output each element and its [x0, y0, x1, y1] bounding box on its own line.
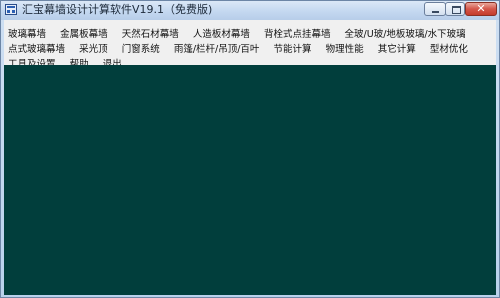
window-title: 汇宝幕墙设计计算软件V19.1（免费版)	[22, 3, 213, 16]
menu-row-2: 点式玻璃幕墙 采光顶 门窗系统 雨篷/栏杆/吊顶/百叶 节能计算 物理性能 其它…	[4, 37, 473, 55]
menu-canopy-railing-ceiling-louver[interactable]: 雨篷/栏杆/吊顶/百叶	[170, 43, 264, 56]
menu-row-1: 玻璃幕墙 金属板幕墙 天然石材幕墙 人造板材幕墙 背栓式点挂幕墙 全玻/U玻/地…	[4, 22, 471, 40]
menu-row-3: 工具及设置 帮助 退出	[4, 52, 127, 70]
title-bar[interactable]: 汇宝幕墙设计计算软件V19.1（免费版) ✕	[1, 1, 499, 20]
menu-bar: 玻璃幕墙 金属板幕墙 天然石材幕墙 人造板材幕墙 背栓式点挂幕墙 全玻/U玻/地…	[4, 20, 496, 70]
minimize-button[interactable]	[424, 2, 446, 16]
menu-profile-optimization[interactable]: 型材优化	[426, 43, 472, 56]
menu-energy-calculation[interactable]: 节能计算	[270, 43, 316, 56]
app-window: 汇宝幕墙设计计算软件V19.1（免费版) ✕ 玻璃幕墙 金属板幕墙 天然石材幕墙…	[0, 0, 500, 298]
close-button[interactable]: ✕	[465, 2, 497, 16]
minimize-icon	[432, 11, 439, 13]
menu-physical-performance[interactable]: 物理性能	[322, 43, 368, 56]
menu-other-calculations[interactable]: 其它计算	[374, 43, 420, 56]
main-client-area	[4, 65, 496, 295]
app-icon[interactable]	[5, 4, 17, 15]
maximize-button[interactable]	[445, 2, 465, 16]
close-icon: ✕	[476, 2, 486, 15]
maximize-icon	[452, 6, 461, 14]
